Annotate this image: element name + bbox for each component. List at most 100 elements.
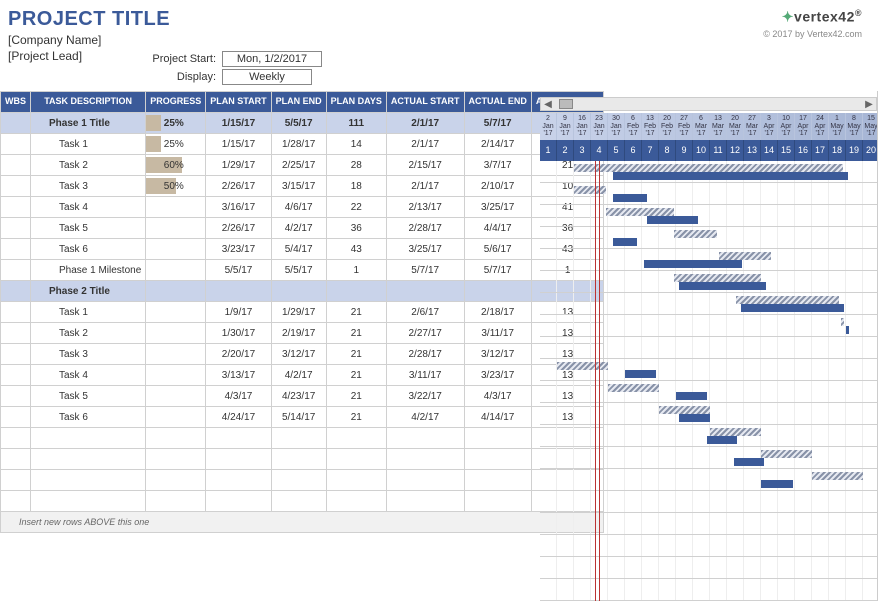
actual-end-cell[interactable]: 3/25/17 bbox=[464, 197, 531, 218]
wbs-cell[interactable] bbox=[1, 218, 31, 239]
wbs-cell[interactable] bbox=[1, 323, 31, 344]
task-row[interactable]: Task 32/20/173/12/17212/28/173/12/1713 bbox=[1, 344, 604, 365]
plan-end-cell[interactable]: 2/25/17 bbox=[271, 155, 326, 176]
phase-row[interactable]: Phase 1 Title25%1/15/175/5/171112/1/175/… bbox=[1, 113, 604, 134]
scroll-right-icon[interactable]: ▶ bbox=[862, 99, 876, 110]
wbs-cell[interactable] bbox=[1, 113, 31, 134]
actual-start-cell[interactable]: 2/27/17 bbox=[386, 323, 464, 344]
display-value[interactable]: Weekly bbox=[222, 69, 312, 85]
progress-cell[interactable] bbox=[146, 218, 206, 239]
task-name-cell[interactable]: Phase 1 Title bbox=[31, 113, 146, 134]
progress-cell[interactable] bbox=[146, 239, 206, 260]
plan-days-cell[interactable]: 21 bbox=[326, 365, 386, 386]
progress-cell[interactable] bbox=[146, 197, 206, 218]
task-row[interactable]: Task 52/26/174/2/17362/28/174/4/1736 bbox=[1, 218, 604, 239]
actual-start-cell[interactable]: 3/22/17 bbox=[386, 386, 464, 407]
plan-start-cell[interactable]: 5/5/17 bbox=[206, 260, 271, 281]
task-name-cell[interactable]: Task 6 bbox=[31, 407, 146, 428]
wbs-cell[interactable] bbox=[1, 302, 31, 323]
actual-end-cell[interactable]: 2/14/17 bbox=[464, 134, 531, 155]
plan-end-cell[interactable]: 3/15/17 bbox=[271, 176, 326, 197]
actual-end-cell[interactable]: 5/6/17 bbox=[464, 239, 531, 260]
plan-end-cell[interactable]: 3/12/17 bbox=[271, 344, 326, 365]
actual-end-cell[interactable]: 3/12/17 bbox=[464, 344, 531, 365]
actual-end-cell[interactable]: 5/7/17 bbox=[464, 260, 531, 281]
plan-end-cell[interactable]: 1/28/17 bbox=[271, 134, 326, 155]
plan-days-cell[interactable]: 21 bbox=[326, 407, 386, 428]
plan-days-cell[interactable]: 36 bbox=[326, 218, 386, 239]
actual-start-cell[interactable]: 2/28/17 bbox=[386, 218, 464, 239]
actual-end-cell[interactable]: 2/10/17 bbox=[464, 176, 531, 197]
timeline-scrollbar[interactable]: ◀ ▶ bbox=[540, 97, 877, 111]
plan-start-cell[interactable]: 1/15/17 bbox=[206, 113, 271, 134]
task-row[interactable]: Task 350%2/26/173/15/17182/1/172/10/1710 bbox=[1, 176, 604, 197]
task-row[interactable]: Task 63/23/175/4/17433/25/175/6/1743 bbox=[1, 239, 604, 260]
wbs-cell[interactable] bbox=[1, 344, 31, 365]
plan-days-cell[interactable]: 43 bbox=[326, 239, 386, 260]
task-row[interactable]: Task 11/9/171/29/17212/6/172/18/1713 bbox=[1, 302, 604, 323]
progress-cell[interactable]: 60% bbox=[146, 155, 206, 176]
scroll-left-icon[interactable]: ◀ bbox=[541, 99, 555, 110]
plan-days-cell[interactable]: 1 bbox=[326, 260, 386, 281]
plan-days-cell[interactable]: 14 bbox=[326, 134, 386, 155]
empty-row[interactable] bbox=[1, 491, 604, 512]
progress-cell[interactable] bbox=[146, 365, 206, 386]
wbs-cell[interactable] bbox=[1, 239, 31, 260]
plan-end-cell[interactable]: 5/14/17 bbox=[271, 407, 326, 428]
actual-end-cell[interactable]: 4/14/17 bbox=[464, 407, 531, 428]
task-row[interactable]: Task 125%1/15/171/28/17142/1/172/14/1714 bbox=[1, 134, 604, 155]
wbs-cell[interactable] bbox=[1, 197, 31, 218]
wbs-cell[interactable] bbox=[1, 281, 31, 302]
task-row[interactable]: Task 21/30/172/19/17212/27/173/11/1713 bbox=[1, 323, 604, 344]
plan-end-cell[interactable]: 4/6/17 bbox=[271, 197, 326, 218]
actual-start-cell[interactable]: 3/11/17 bbox=[386, 365, 464, 386]
wbs-cell[interactable] bbox=[1, 365, 31, 386]
task-name-cell[interactable]: Task 4 bbox=[31, 197, 146, 218]
plan-end-cell[interactable]: 2/19/17 bbox=[271, 323, 326, 344]
plan-days-cell[interactable]: 21 bbox=[326, 344, 386, 365]
actual-start-cell[interactable]: 2/15/17 bbox=[386, 155, 464, 176]
progress-cell[interactable] bbox=[146, 302, 206, 323]
plan-days-cell[interactable]: 111 bbox=[326, 113, 386, 134]
task-name-cell[interactable]: Task 3 bbox=[31, 176, 146, 197]
actual-end-cell[interactable]: 4/4/17 bbox=[464, 218, 531, 239]
plan-end-cell[interactable]: 5/5/17 bbox=[271, 260, 326, 281]
actual-start-cell[interactable]: 2/13/17 bbox=[386, 197, 464, 218]
actual-start-cell[interactable]: 2/6/17 bbox=[386, 302, 464, 323]
task-name-cell[interactable]: Task 5 bbox=[31, 218, 146, 239]
progress-cell[interactable] bbox=[146, 260, 206, 281]
actual-end-cell[interactable]: 4/3/17 bbox=[464, 386, 531, 407]
plan-days-cell[interactable]: 28 bbox=[326, 155, 386, 176]
actual-end-cell[interactable]: 2/18/17 bbox=[464, 302, 531, 323]
actual-start-cell[interactable]: 2/28/17 bbox=[386, 344, 464, 365]
plan-start-cell[interactable]: 3/16/17 bbox=[206, 197, 271, 218]
plan-days-cell[interactable]: 21 bbox=[326, 386, 386, 407]
actual-end-cell[interactable] bbox=[464, 281, 531, 302]
progress-cell[interactable] bbox=[146, 407, 206, 428]
task-row[interactable]: Task 43/13/174/2/17213/11/173/23/1713 bbox=[1, 365, 604, 386]
plan-days-cell[interactable]: 18 bbox=[326, 176, 386, 197]
plan-end-cell[interactable]: 1/29/17 bbox=[271, 302, 326, 323]
scroll-thumb[interactable] bbox=[559, 99, 573, 109]
task-name-cell[interactable]: Task 3 bbox=[31, 344, 146, 365]
task-name-cell[interactable]: Task 4 bbox=[31, 365, 146, 386]
plan-days-cell[interactable]: 21 bbox=[326, 323, 386, 344]
progress-cell[interactable] bbox=[146, 344, 206, 365]
actual-start-cell[interactable] bbox=[386, 281, 464, 302]
plan-end-cell[interactable]: 5/5/17 bbox=[271, 113, 326, 134]
plan-end-cell[interactable]: 5/4/17 bbox=[271, 239, 326, 260]
wbs-cell[interactable] bbox=[1, 407, 31, 428]
wbs-cell[interactable] bbox=[1, 260, 31, 281]
progress-cell[interactable]: 25% bbox=[146, 113, 206, 134]
project-start-value[interactable]: Mon, 1/2/2017 bbox=[222, 51, 322, 67]
actual-end-cell[interactable]: 3/7/17 bbox=[464, 155, 531, 176]
plan-end-cell[interactable] bbox=[271, 281, 326, 302]
task-row[interactable]: Task 64/24/175/14/17214/2/174/14/1713 bbox=[1, 407, 604, 428]
plan-end-cell[interactable]: 4/2/17 bbox=[271, 365, 326, 386]
task-name-cell[interactable]: Task 2 bbox=[31, 323, 146, 344]
actual-end-cell[interactable]: 3/23/17 bbox=[464, 365, 531, 386]
plan-start-cell[interactable] bbox=[206, 281, 271, 302]
actual-end-cell[interactable]: 5/7/17 bbox=[464, 113, 531, 134]
empty-row[interactable] bbox=[1, 449, 604, 470]
plan-end-cell[interactable]: 4/23/17 bbox=[271, 386, 326, 407]
